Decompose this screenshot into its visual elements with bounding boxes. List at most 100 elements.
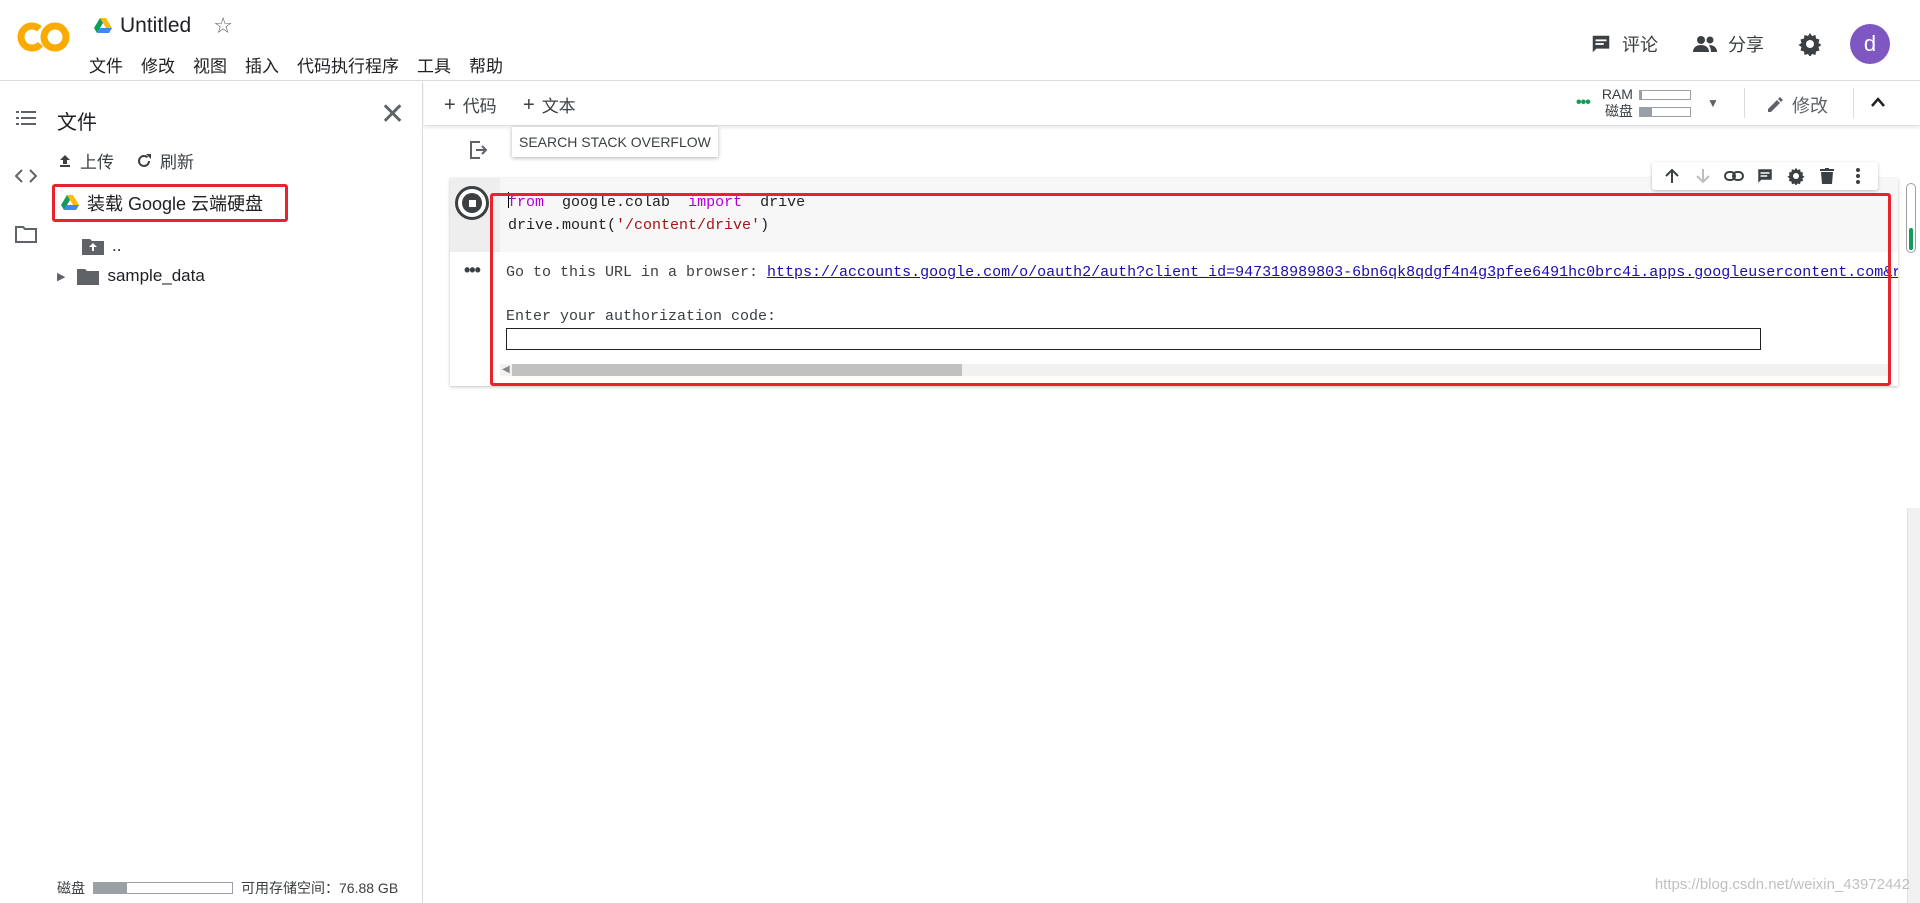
pencil-icon [1768,97,1783,112]
expand-caret-icon[interactable]: ▶ [57,270,65,283]
ram-usage-fill [1639,90,1642,99]
output-text: Go to this URL in a browser: [506,264,768,281]
search-stack-overflow-tooltip: SEARCH STACK OVERFLOW [512,127,718,157]
edit-mode-button[interactable]: 修改 [1766,92,1828,118]
code-token: google.colab [562,194,671,211]
refresh-icon [138,153,151,167]
notebook-toolbar: + 代码 + 文本 ••• RAM 磁盘 ▼ 修改 [424,82,1920,126]
code-snippets-icon[interactable] [14,164,38,188]
disk-usage-bar [1638,106,1691,117]
status-dots-icon: ••• [1576,94,1591,111]
stop-icon [462,193,482,213]
google-drive-icon [61,195,79,210]
people-icon [1693,36,1717,52]
ram-label: RAM [1601,86,1633,102]
file-tree-label: .. [112,236,122,255]
auth-prompt: Enter your authorization code: [506,308,777,325]
menu-view[interactable]: 视图 [193,52,227,77]
more-vertical-icon[interactable] [1848,166,1868,186]
cell-output: Go to this URL in a browser: https://acc… [506,262,1898,350]
code-string: '/content/drive' [616,217,761,234]
upload-button[interactable]: 上传 [58,148,114,173]
close-icon[interactable]: ✕ [380,100,405,130]
code-token: ) [760,217,770,234]
comment-icon[interactable] [1755,166,1775,186]
disk-usage-fill [1639,107,1652,116]
comment-icon [1592,35,1610,53]
notebook-title[interactable]: Untitled [120,14,191,38]
menu-help[interactable]: 帮助 [469,52,503,77]
disk-usage-bar [93,882,233,894]
cell-gutter [450,178,500,252]
settings-gear-icon[interactable] [1798,32,1822,56]
file-tree-item-parent[interactable]: .. [82,236,121,256]
disk-usage-fill [94,883,128,893]
mount-drive-button[interactable]: 装载 Google 云端硬盘 [52,184,288,222]
folder-up-icon [82,239,104,255]
ram-usage-bar [1638,89,1691,100]
google-drive-icon [94,18,112,33]
move-down-icon[interactable] [1693,166,1713,186]
output-horizontal-scrollbar[interactable]: ◀ [500,364,1888,376]
auth-url-link[interactable]: https://accounts.google.com/o/oauth2/aut… [767,264,1898,281]
scrollbar-thumb[interactable] [512,364,962,376]
code-keyword: import [688,194,743,211]
available-storage: 可用存储空间：76.88 GB [241,880,399,896]
disk-label: 磁盘 [57,880,85,896]
refresh-button[interactable]: 刷新 [136,148,194,173]
menu-runtime[interactable]: 代码执行程序 [297,52,399,77]
output-menu-icon[interactable]: ••• [464,260,481,281]
share-button[interactable]: 分享 [1692,31,1764,57]
menu-bar: 文件 修改 视图 插入 代码执行程序 工具 帮助 [89,52,503,77]
menu-tools[interactable]: 工具 [417,52,451,77]
folder-icon [77,269,100,285]
comment-button[interactable]: 评论 [1590,31,1658,57]
refresh-label: 刷新 [160,153,194,172]
scroll-left-icon[interactable]: ◀ [502,364,510,376]
menu-file[interactable]: 文件 [89,52,123,77]
disk-usage: 磁盘 可用存储空间：76.88 GB [57,878,398,898]
toolbar-divider [1853,88,1854,118]
add-code-button[interactable]: + 代码 [444,92,497,117]
app-header: Untitled ☆ 文件 修改 视图 插入 代码执行程序 工具 帮助 评论 分… [0,0,1920,81]
toc-list-icon[interactable] [14,106,38,130]
collapse-header-button[interactable] [1870,92,1886,113]
comment-label: 评论 [1622,35,1658,55]
add-text-button[interactable]: + 文本 [523,92,576,117]
cell-toolbar [1652,162,1878,190]
files-panel-title: 文件 [57,112,97,134]
notebook-main: + 代码 + 文本 ••• RAM 磁盘 ▼ 修改 SEARCH STACK O… [424,82,1920,903]
toolbar-divider [1744,88,1745,118]
folder-icon[interactable] [14,222,38,246]
disk-label: 磁盘 [1604,103,1633,119]
mount-drive-label: 装载 Google 云端硬盘 [87,194,264,214]
resource-monitor[interactable]: ••• RAM 磁盘 ▼ [1576,86,1719,120]
exit-icon[interactable] [468,140,488,165]
star-icon[interactable]: ☆ [213,15,233,37]
file-tree-label: sample_data [107,266,205,285]
upload-label: 上传 [80,153,114,172]
colab-logo[interactable] [17,20,71,54]
code-token: drive.mount( [508,217,617,234]
move-up-icon[interactable] [1662,166,1682,186]
user-avatar[interactable]: d [1850,24,1890,64]
run-cell-button[interactable] [455,186,489,220]
vertical-scrollbar[interactable] [1907,508,1920,903]
code-cell[interactable]: from google.colab import drive drive.mou… [450,178,1898,386]
delete-trash-icon[interactable] [1817,166,1837,186]
side-rail [0,82,50,903]
code-keyword: from [508,194,545,211]
link-icon[interactable] [1723,166,1744,186]
authorization-code-input[interactable] [506,328,1761,350]
chevron-down-icon[interactable]: ▼ [1707,96,1719,110]
notebook-scroll-indicator[interactable] [1906,183,1916,253]
add-text-label: 文本 [541,97,576,116]
menu-edit[interactable]: 修改 [141,52,175,77]
cell-settings-gear-icon[interactable] [1786,166,1806,186]
watermark: https://blog.csdn.net/weixin_43972442 [1654,876,1910,893]
chevron-up-icon [1871,97,1885,107]
menu-insert[interactable]: 插入 [245,52,279,77]
file-tree-item-sample-data[interactable]: ▶ sample_data [57,266,205,286]
plus-icon: + [523,93,535,116]
add-code-label: 代码 [462,97,497,116]
